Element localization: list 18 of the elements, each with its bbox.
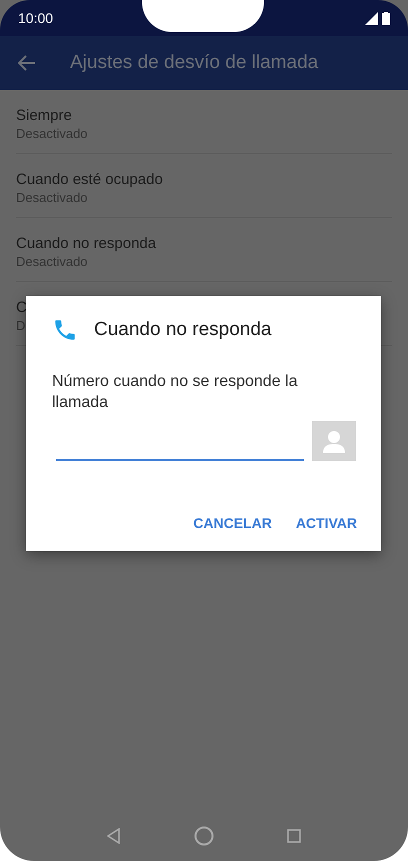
person-icon <box>323 428 345 452</box>
back-nav-icon[interactable] <box>106 828 121 844</box>
contact-picker-button[interactable] <box>312 420 356 460</box>
dialog-title: Cuando no responda <box>94 318 272 342</box>
activate-button[interactable]: ACTIVAR <box>296 508 357 538</box>
setting-title[interactable]: C <box>16 298 27 317</box>
signal-icon <box>365 12 378 24</box>
setting-title[interactable]: Siempre <box>16 106 72 125</box>
screen-title: Ajustes de desvío de llamada <box>70 50 318 75</box>
battery-icon <box>382 12 390 24</box>
back-arrow-icon[interactable] <box>18 55 36 71</box>
recents-nav-icon[interactable] <box>287 829 302 843</box>
dialog-message: Número cuando no se responde la llamada <box>52 372 298 412</box>
cancel-button[interactable]: CANCELAR <box>193 508 272 538</box>
setting-title[interactable]: Cuando no responda <box>16 234 156 253</box>
status-time: 10:00 <box>18 8 54 28</box>
home-nav-icon[interactable] <box>194 826 214 846</box>
setting-title[interactable]: Cuando esté ocupado <box>16 170 163 189</box>
